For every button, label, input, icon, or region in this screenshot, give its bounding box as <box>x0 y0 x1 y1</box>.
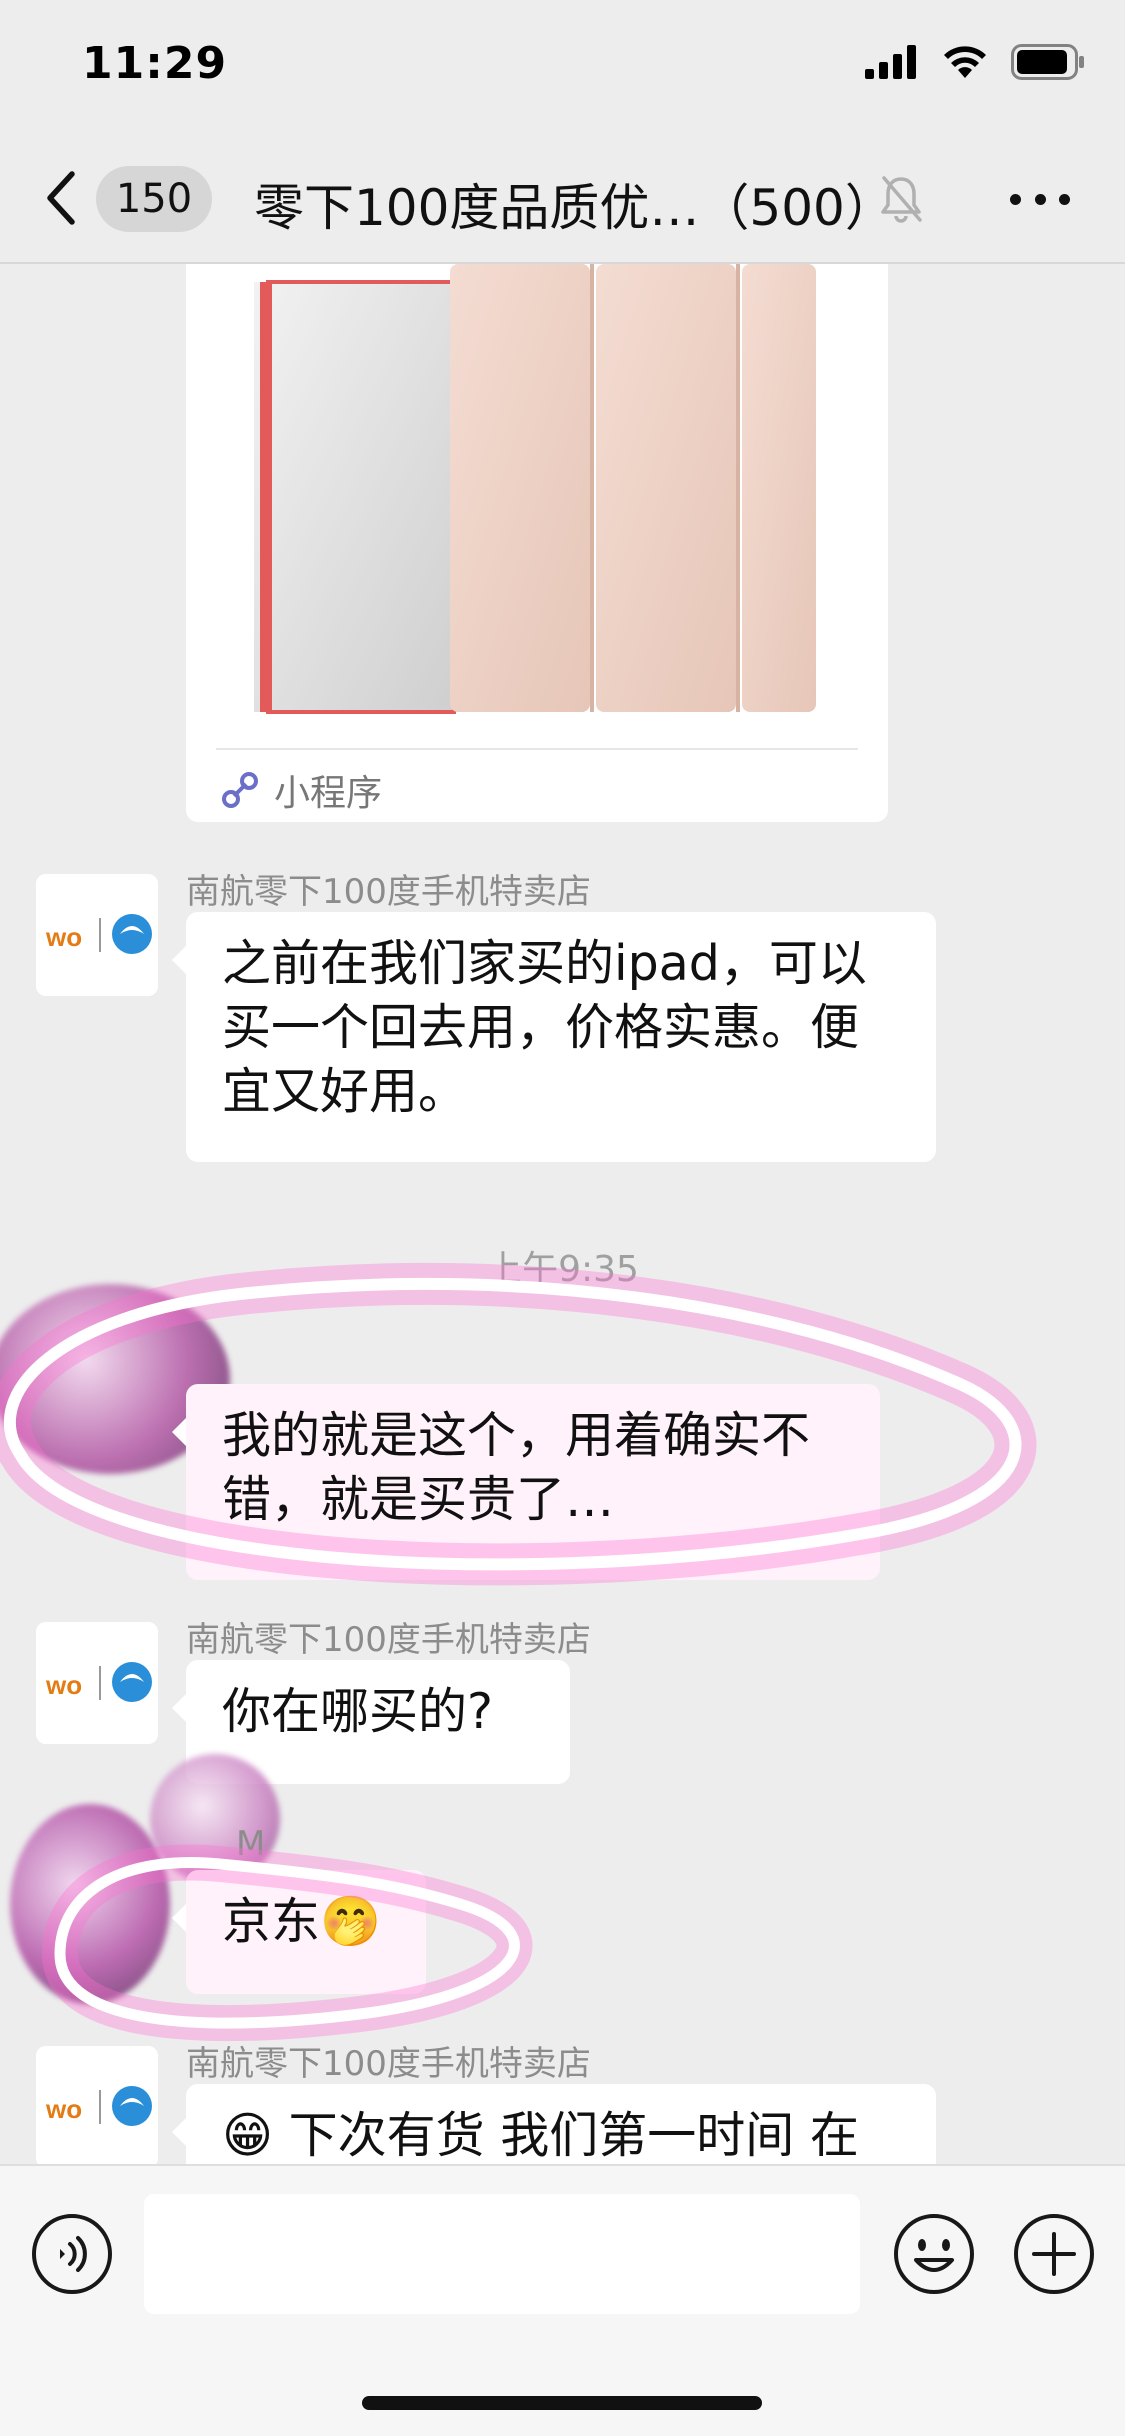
svg-text:wo: wo <box>45 1670 82 1700</box>
status-icons <box>865 44 1085 80</box>
sender-avatar[interactable]: wo <box>36 1622 158 1744</box>
home-indicator <box>362 2396 762 2410</box>
unread-count-badge[interactable]: 150 <box>96 166 212 232</box>
message-input[interactable] <box>144 2194 860 2314</box>
product-image[interactable] <box>254 264 816 714</box>
message-text: 我的就是这个，用着确实不错，就是买贵了… <box>222 1407 811 1528</box>
mini-program-card[interactable]: 小程序 <box>186 264 888 822</box>
emoji: 😁 <box>222 2107 274 2164</box>
emoji: 🤭 <box>320 1893 382 1950</box>
battery-icon <box>1011 44 1084 80</box>
bell-slash-icon <box>881 176 922 223</box>
more-options-button[interactable] <box>1010 184 1070 214</box>
sender-name: 南航零下100度手机特卖店 <box>186 1620 591 1660</box>
message-text: 之前在我们家买的ipad，可以买一个回去用，价格实惠。便宜又好用。 <box>222 935 867 1120</box>
message-text: 你在哪买的? <box>222 1683 494 1740</box>
message-bubble[interactable]: 之前在我们家买的ipad，可以买一个回去用，价格实惠。便宜又好用。 <box>172 912 936 1162</box>
chevron-left-icon <box>47 171 75 225</box>
chat-title[interactable]: 零下100度品质优…（500） <box>254 168 895 240</box>
status-bar: 11:29 <box>0 0 1125 132</box>
message-bubble[interactable]: 😁 下次有货 我们第一时间 在 <box>172 2084 936 2164</box>
emoji-button[interactable] <box>892 2212 976 2296</box>
voice-button[interactable] <box>30 2212 114 2296</box>
status-time: 11:29 <box>82 38 228 89</box>
sender-name: M <box>236 1824 266 1864</box>
message-input-bar <box>0 2164 1125 2436</box>
mini-program-label: 小程序 <box>274 773 383 814</box>
message-timestamp: 上午9:35 <box>486 1249 639 1290</box>
mini-program-source: 小程序 <box>220 764 382 816</box>
plus-circle-icon <box>1014 2214 1094 2294</box>
message-text: 下次有货 我们第一时间 在 <box>288 2107 859 2164</box>
cellular-signal-icon <box>865 45 916 79</box>
more-dots-icon <box>1010 193 1021 205</box>
message-bubble[interactable]: 我的就是这个，用着确实不错，就是买贵了… <box>172 1384 880 1580</box>
message-text: 京东 <box>222 1893 321 1950</box>
sender-avatar[interactable]: wo <box>36 2046 158 2164</box>
sender-name: 南航零下100度手机特卖店 <box>186 2044 591 2084</box>
emoji-smile-icon <box>894 2214 974 2294</box>
blurred-avatar <box>150 1754 280 1884</box>
back-button[interactable] <box>40 168 80 228</box>
blurred-avatar <box>10 1804 170 2004</box>
chat-nav-bar: 150 零下100度品质优…（500） <box>0 132 1125 264</box>
more-input-button[interactable] <box>1012 2212 1096 2296</box>
svg-text:wo: wo <box>45 2094 82 2124</box>
voice-icon <box>60 2236 87 2272</box>
sender-name: 南航零下100度手机特卖店 <box>186 872 591 912</box>
link-icon <box>222 772 258 808</box>
wifi-icon <box>944 46 986 78</box>
mini-program-divider <box>216 748 858 750</box>
chat-message-list[interactable]: 小程序 wo 南航零下100度手机特卖店 之前在我们家买的ipad，可以买一个回… <box>0 264 1125 2164</box>
message-bubble[interactable]: 京东🤭 <box>172 1870 426 1994</box>
sender-avatar[interactable]: wo <box>36 874 158 996</box>
svg-text:wo: wo <box>45 922 82 952</box>
